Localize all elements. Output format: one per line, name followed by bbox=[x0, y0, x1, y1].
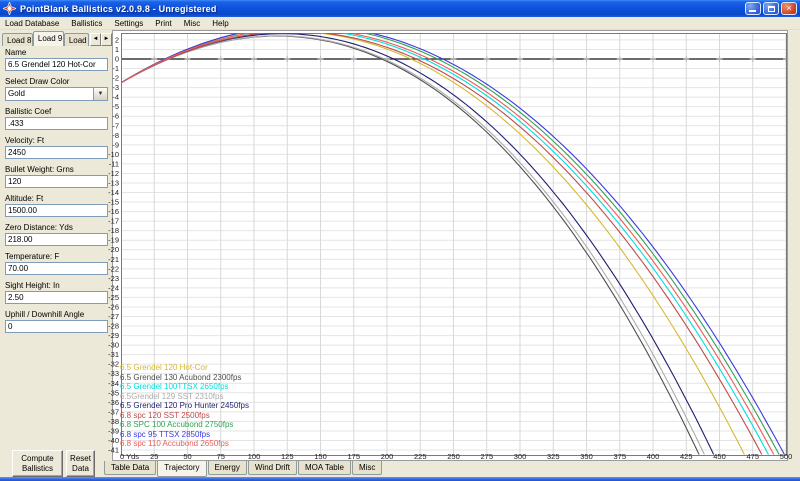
uphill-angle-input[interactable] bbox=[5, 320, 108, 333]
altitude-group: Altitude: Ft bbox=[5, 194, 109, 217]
reset-data-button[interactable]: Reset Data bbox=[66, 450, 95, 477]
draw-color-group: Select Draw Color Gold ▼ bbox=[5, 77, 109, 101]
legend-item: 6.8 SPC 100 Accubond 2750fps bbox=[120, 420, 249, 430]
tab-energy[interactable]: Energy bbox=[208, 461, 247, 475]
chevron-down-icon[interactable]: ▼ bbox=[93, 88, 107, 100]
close-button[interactable]: × bbox=[781, 2, 797, 15]
load-tabstrip: Load 8 Load 9 Load ◄ ► bbox=[2, 31, 112, 46]
name-input[interactable] bbox=[5, 58, 108, 71]
sight-height-input[interactable] bbox=[5, 291, 108, 304]
menu-item-load-database[interactable]: Load Database bbox=[0, 18, 66, 29]
load-tab-more[interactable]: Load bbox=[64, 33, 89, 46]
draw-color-select[interactable]: Gold ▼ bbox=[5, 87, 108, 101]
altitude-input[interactable] bbox=[5, 204, 108, 217]
chart-legend: 6.5 Grendel 120 Hot-Cor6.5 Grendel 130 A… bbox=[120, 363, 249, 449]
name-field-group: Name bbox=[5, 48, 109, 71]
tab-table-data[interactable]: Table Data bbox=[104, 461, 156, 475]
draw-color-label: Select Draw Color bbox=[5, 77, 109, 86]
legend-item: 6.8 spc 95 TTSX 2850fps bbox=[120, 430, 249, 440]
window-titlebar: PointBlank Ballistics v2.0.9.8 - Unregis… bbox=[0, 0, 800, 17]
restore-button[interactable] bbox=[763, 2, 779, 15]
menu-item-misc[interactable]: Misc bbox=[179, 18, 207, 29]
legend-item: 6.5 Grendel 130 Acubond 2300fps bbox=[120, 373, 249, 383]
load-tab-8[interactable]: Load 8 bbox=[2, 33, 33, 46]
legend-item: 6.5Grendel 129 SST 2310fps bbox=[120, 392, 249, 402]
zero-distance-label: Zero Distance: Yds bbox=[5, 223, 109, 232]
bottom-tabbar: Table Data Trajectory Energy Wind Drift … bbox=[104, 461, 800, 477]
temperature-group: Temperature: F bbox=[5, 252, 109, 275]
menubar: Load Database Ballistics Settings Print … bbox=[0, 17, 800, 30]
bullet-weight-group: Bullet Weight: Grns bbox=[5, 165, 109, 188]
legend-item: 6.8 spc 120 SST 2500fps bbox=[120, 411, 249, 421]
legend-item: 6.5 Grendel 100TTSX 2650fps bbox=[120, 382, 249, 392]
velocity-label: Velocity: Ft bbox=[5, 136, 109, 145]
tab-misc[interactable]: Misc bbox=[352, 461, 382, 475]
altitude-label: Altitude: Ft bbox=[5, 194, 109, 203]
legend-item: 6.5 Grendel 120 Hot-Cor bbox=[120, 363, 249, 373]
temperature-label: Temperature: F bbox=[5, 252, 109, 261]
zero-distance-input[interactable] bbox=[5, 233, 108, 246]
tab-moa-table[interactable]: MOA Table bbox=[298, 461, 351, 475]
bullet-weight-input[interactable] bbox=[5, 175, 108, 188]
temperature-input[interactable] bbox=[5, 262, 108, 275]
draw-color-value: Gold bbox=[6, 88, 107, 99]
uphill-angle-label: Uphill / Downhill Angle bbox=[5, 310, 109, 319]
sight-height-group: Sight Height: In bbox=[5, 281, 109, 304]
legend-item: 6.5 Grendel 120 Pro Hunter 2450fps bbox=[120, 401, 249, 411]
tab-scroll-right-button[interactable]: ► bbox=[101, 33, 112, 46]
tab-trajectory[interactable]: Trajectory bbox=[157, 461, 206, 477]
menu-item-settings[interactable]: Settings bbox=[109, 18, 150, 29]
velocity-group: Velocity: Ft bbox=[5, 136, 109, 159]
taskbar-strip bbox=[0, 477, 800, 481]
uphill-angle-group: Uphill / Downhill Angle bbox=[5, 310, 109, 333]
ballistic-coef-group: Ballistic Coef bbox=[5, 107, 109, 130]
tab-wind-drift[interactable]: Wind Drift bbox=[248, 461, 297, 475]
zero-distance-group: Zero Distance: Yds bbox=[5, 223, 109, 246]
compute-ballistics-button[interactable]: Compute Ballistics bbox=[12, 450, 63, 477]
ballistic-coef-label: Ballistic Coef bbox=[5, 107, 109, 116]
window-title: PointBlank Ballistics v2.0.9.8 - Unregis… bbox=[20, 4, 217, 14]
ballistic-coef-input[interactable] bbox=[5, 117, 108, 130]
minimize-button[interactable] bbox=[745, 2, 761, 15]
menu-item-print[interactable]: Print bbox=[150, 18, 178, 29]
legend-item: 6.8 spc 110 Accubond 2650fps bbox=[120, 439, 249, 449]
sight-height-label: Sight Height: In bbox=[5, 281, 109, 290]
name-label: Name bbox=[5, 48, 109, 57]
velocity-input[interactable] bbox=[5, 146, 108, 159]
bullet-weight-label: Bullet Weight: Grns bbox=[5, 165, 109, 174]
menu-item-help[interactable]: Help bbox=[207, 18, 235, 29]
tab-scroll-left-button[interactable]: ◄ bbox=[90, 33, 101, 46]
load-tab-9[interactable]: Load 9 bbox=[33, 31, 64, 46]
app-icon bbox=[3, 2, 16, 15]
menu-item-ballistics[interactable]: Ballistics bbox=[66, 18, 109, 29]
